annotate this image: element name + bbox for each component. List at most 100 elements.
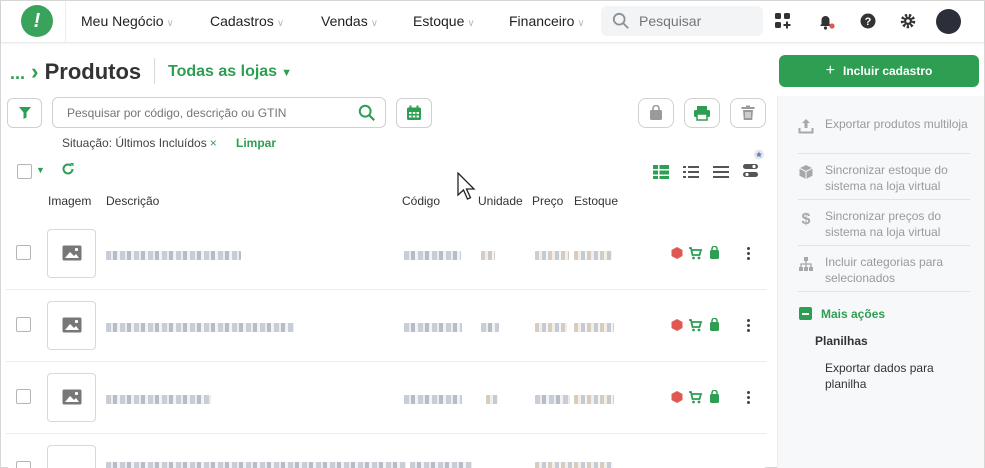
product-unit-redacted (486, 395, 498, 404)
clear-filters-link[interactable]: Limpar (236, 136, 276, 150)
help-icon[interactable]: ? (858, 11, 878, 31)
product-code-redacted (404, 323, 462, 332)
table-row[interactable] (6, 362, 767, 434)
row-status-icons (670, 245, 726, 265)
select-all-checkbox[interactable] (17, 164, 32, 179)
nav-label: Cadastros (210, 13, 274, 29)
chevron-down-icon: ∨ (577, 18, 585, 29)
list-view-icon[interactable] (682, 163, 700, 181)
filter-icon (19, 107, 31, 119)
compact-list-icon[interactable] (712, 163, 730, 181)
trash-icon (741, 105, 755, 120)
table-row[interactable] (6, 218, 767, 290)
row-menu-icon[interactable] (747, 319, 751, 333)
filter-button[interactable] (7, 98, 42, 128)
product-price-redacted (535, 462, 613, 468)
caret-down-icon[interactable]: ▼ (36, 165, 45, 175)
breadcrumb-back[interactable]: ... (10, 63, 25, 83)
row-checkbox[interactable] (16, 389, 31, 404)
row-status-icons (670, 317, 726, 337)
refresh-icon[interactable] (61, 162, 75, 176)
stock-box-icon (671, 391, 683, 403)
product-code-redacted (404, 251, 461, 260)
stock-box-icon (671, 247, 683, 259)
nav-cadastros[interactable]: Cadastros ∨ (210, 13, 284, 29)
global-search (601, 6, 763, 36)
avatar[interactable] (936, 9, 961, 34)
sidebar-item-label: Exportar produtos multiloja (825, 117, 968, 131)
row-menu-icon[interactable] (747, 247, 751, 261)
sidebar-item-sincronizar-precos[interactable]: $ Sincronizar preços do sistema na loja … (798, 208, 970, 240)
nav-estoque[interactable]: Estoque ∨ (413, 13, 475, 29)
product-image-placeholder (47, 373, 96, 422)
search-icon[interactable] (358, 104, 376, 122)
cart-icon (689, 391, 703, 400)
column-header-descricao[interactable]: Descrição (106, 194, 159, 208)
column-header-preco[interactable]: Preço (532, 194, 563, 208)
sidebar-item-exportar-multiloja[interactable]: Exportar produtos multiloja (798, 116, 970, 134)
nav-financeiro[interactable]: Financeiro ∨ (509, 13, 585, 29)
svg-text:?: ? (865, 16, 872, 28)
row-menu-icon[interactable] (747, 391, 751, 405)
hierarchy-icon (799, 257, 813, 271)
top-navbar: ! Meu Negócio ∨ Cadastros ∨ Vendas ∨ Estoqu… (1, 1, 984, 43)
bag-button[interactable] (638, 98, 674, 128)
bell-icon[interactable] (816, 11, 836, 31)
cart-icon (689, 247, 703, 256)
column-header-estoque: Estoque (574, 194, 619, 208)
row-status-icons (670, 389, 726, 409)
product-price-redacted (535, 251, 569, 260)
sidebar-item-label: Sincronizar preços do sistema na loja vi… (825, 209, 942, 239)
row-checkbox[interactable] (16, 317, 31, 332)
product-price-redacted (535, 395, 570, 404)
export-spreadsheet-link[interactable]: Exportar dados para planilha (825, 360, 965, 392)
table-row[interactable] (6, 290, 767, 362)
global-search-input[interactable] (639, 10, 757, 32)
divider (65, 1, 66, 43)
row-checkbox[interactable] (16, 461, 31, 468)
chevron-right-icon: › (31, 59, 39, 84)
date-filter-button[interactable] (396, 98, 432, 128)
search-icon (612, 12, 629, 29)
product-code-redacted (404, 395, 462, 404)
sidebar-item-sincronizar-estoque[interactable]: Sincronizar estoque do sistema na loja v… (798, 162, 970, 194)
store-filter-label: Todas as lojas (168, 63, 278, 80)
collapse-icon (799, 307, 812, 320)
chevron-down-icon: ∨ (467, 18, 475, 29)
chevron-down-icon: ∨ (276, 18, 285, 29)
dollar-icon: $ (802, 211, 811, 226)
chevron-down-icon: ∨ (370, 18, 379, 29)
gear-icon[interactable] (898, 11, 918, 31)
row-checkbox[interactable] (16, 245, 31, 260)
column-settings-icon[interactable] (742, 149, 766, 181)
more-actions-toggle[interactable]: Mais ações (799, 307, 885, 321)
nav-label: Financeiro (509, 13, 575, 29)
column-header-imagem: Imagem (48, 194, 92, 208)
product-search-input[interactable] (67, 103, 347, 123)
product-description-redacted (106, 395, 211, 404)
print-button[interactable] (684, 98, 720, 128)
delete-button[interactable] (730, 98, 766, 128)
box-icon (799, 165, 813, 179)
divider (798, 245, 970, 246)
add-product-button[interactable]: + Incluir cadastro (779, 55, 979, 87)
shop-bag-icon (710, 250, 719, 259)
app-logo[interactable]: ! (21, 5, 53, 37)
store-filter-dropdown[interactable]: Todas as lojas ▼ (168, 63, 292, 81)
column-header-unidade: Unidade (478, 194, 523, 208)
nav-meu-negocio[interactable]: Meu Negócio ∨ (81, 13, 174, 29)
nav-vendas[interactable]: Vendas ∨ (321, 13, 378, 29)
product-unit-redacted (481, 251, 495, 260)
apps-icon[interactable] (773, 11, 793, 31)
plus-icon: + (825, 62, 835, 79)
section-title-planilhas: Planilhas (815, 334, 868, 348)
table-row[interactable] (6, 434, 767, 468)
product-description-redacted (106, 323, 294, 332)
sidebar-item-incluir-categorias[interactable]: Incluir categorias para selecionados (798, 254, 970, 286)
add-button-label: Incluir cadastro (842, 64, 933, 78)
column-header-codigo[interactable]: Código (402, 194, 440, 208)
product-price-redacted (535, 323, 567, 332)
grid-view-icon[interactable] (652, 163, 670, 181)
nav-label: Meu Negócio (81, 13, 164, 29)
close-icon[interactable]: × (210, 136, 217, 150)
